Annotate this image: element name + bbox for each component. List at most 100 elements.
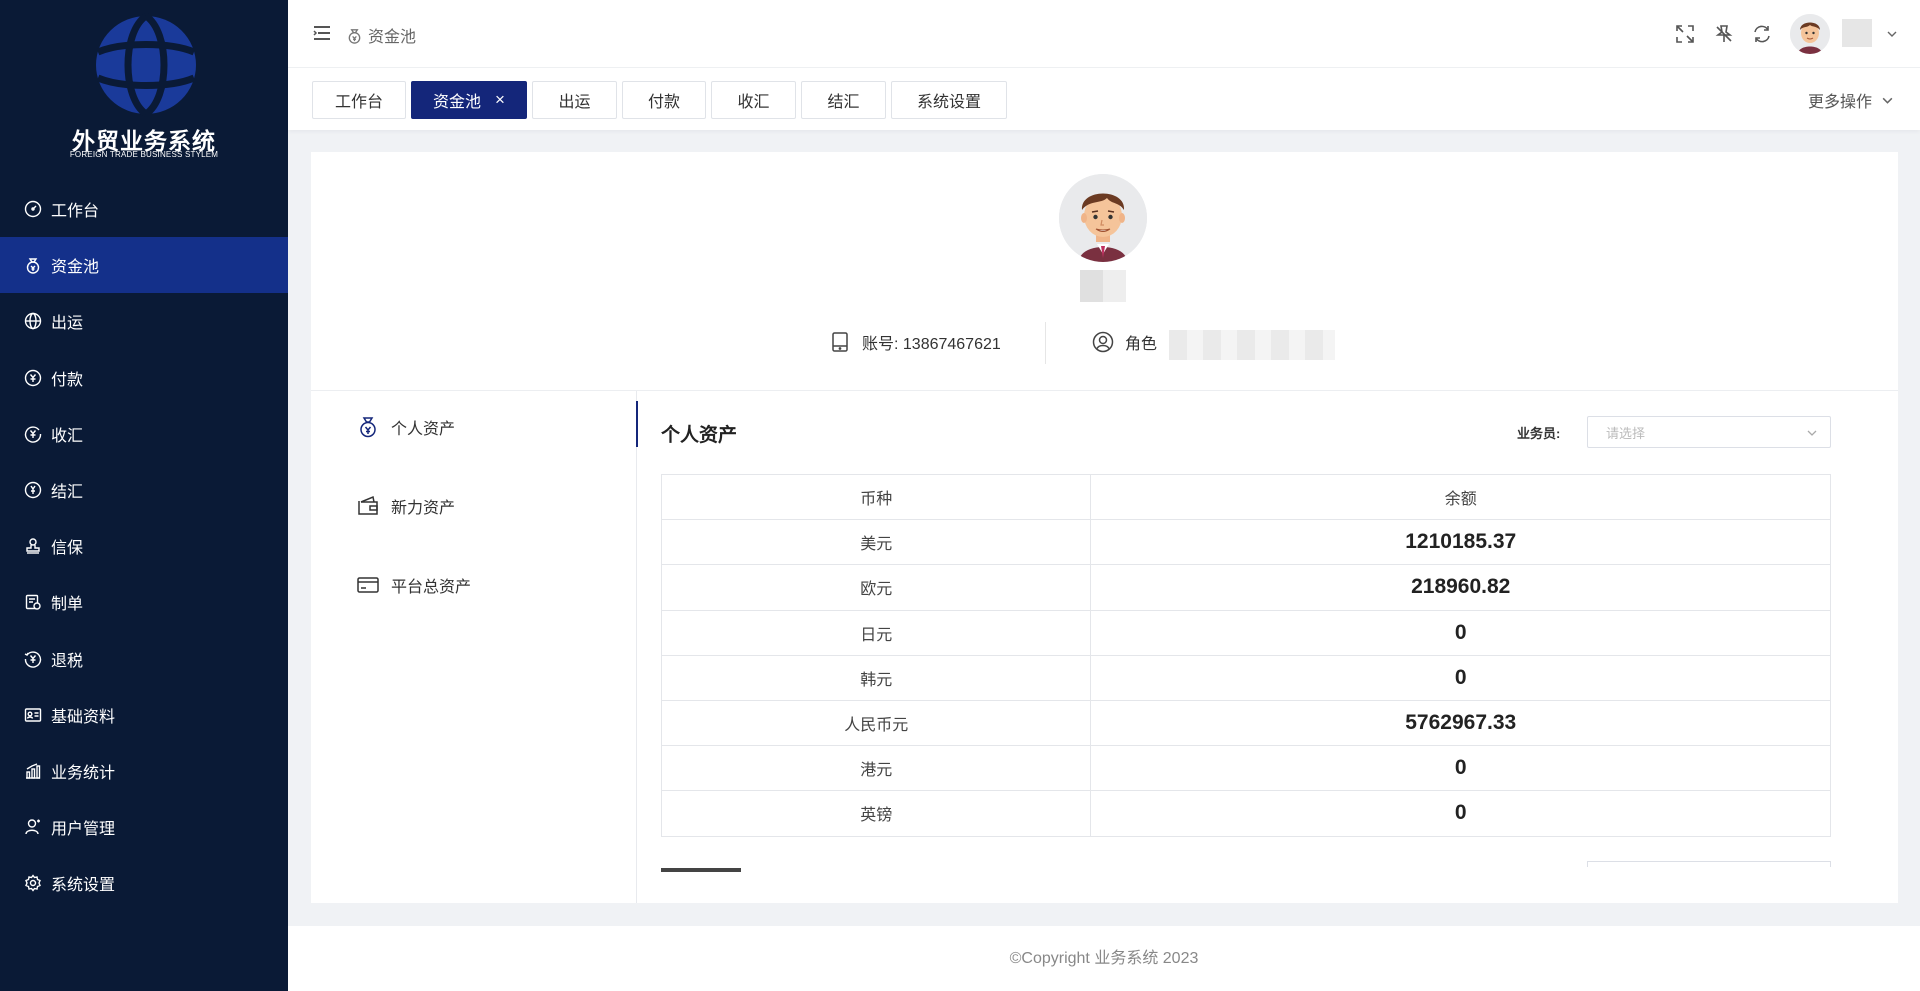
sidebar-item-statistics[interactable]: 业务统计 <box>0 743 288 799</box>
tab-close-icon[interactable]: × <box>495 90 505 110</box>
tab-fund-pool[interactable]: 资金池 × <box>411 81 527 119</box>
stamp-icon <box>26 538 40 554</box>
sidebar-item-label: 结汇 <box>51 484 84 502</box>
money-bag-icon <box>26 258 40 274</box>
table-row: 韩元 0 <box>660 654 1831 701</box>
pin-icon[interactable] <box>1713 23 1735 45</box>
settings-icon <box>25 874 41 893</box>
tab-label: 工作台 <box>334 94 383 111</box>
sidebar-item-settings[interactable]: 系统设置 <box>0 855 288 911</box>
tax-refund-icon <box>24 650 42 668</box>
sidebar-item-documents[interactable]: 制单 <box>0 574 288 630</box>
fullscreen-icon[interactable] <box>1674 23 1696 45</box>
sidebar-item-tax-refund[interactable]: 退税 <box>0 631 288 687</box>
sidebar-item-label: 系统设置 <box>51 877 116 895</box>
amount-cell: 0 <box>1090 745 1831 792</box>
column-header-balance: 余额 <box>1090 473 1831 521</box>
role-label: 角色 <box>1125 336 1158 353</box>
amount-cell: 218960.82 <box>1090 564 1831 611</box>
currency-cell: 英镑 <box>660 790 1092 837</box>
sidebar-item-label: 业务统计 <box>51 764 116 782</box>
tab-settings[interactable]: 系统设置 <box>891 81 1007 119</box>
asset-nav-label: 个人资产 <box>391 421 456 438</box>
sidebar-item-users[interactable]: 用户管理 <box>0 799 288 855</box>
sidebar-item-receive[interactable]: 收汇 <box>0 406 288 462</box>
user-circle-icon <box>1092 331 1114 353</box>
asset-nav-personal[interactable]: 个人资产 <box>356 415 455 439</box>
table-header-row: 币种 余额 <box>660 473 1831 521</box>
section-title: 个人资产 <box>661 425 738 446</box>
account-info: 账号: 13867467621 <box>829 330 1001 354</box>
avatar-face-icon <box>1059 174 1147 262</box>
profile-name-blurred <box>1080 270 1126 302</box>
currency-cell: 日元 <box>660 609 1092 656</box>
amount-cell: 1210185.37 <box>1090 519 1831 566</box>
globe-logo-icon <box>96 13 196 117</box>
divider <box>1045 322 1046 364</box>
tab-shipping[interactable]: 出运 <box>532 81 617 119</box>
yuan-coin-icon <box>24 369 42 386</box>
amount-cell: 0 <box>1090 790 1831 837</box>
chart-icon <box>26 763 41 779</box>
money-bag-icon <box>360 417 376 438</box>
amount-cell: 0 <box>1090 654 1831 701</box>
main-card: 账号: 13867467621 角色 个人资产 新力资产 平台总资产 个人资产 … <box>311 152 1898 903</box>
tab-label: 付款 <box>647 94 680 111</box>
tab-label: 结汇 <box>827 94 860 111</box>
table-row: 人民币元 5762967.33 <box>660 699 1831 747</box>
sidebar-item-label: 出运 <box>51 315 84 333</box>
more-actions-dropdown[interactable]: 更多操作 <box>1808 88 1894 112</box>
sidebar-item-payment[interactable]: 付款 <box>0 350 288 406</box>
avatar-face-icon <box>1790 14 1830 54</box>
currency-cell: 韩元 <box>660 654 1092 701</box>
tab-payment[interactable]: 付款 <box>622 81 706 119</box>
sidebar-item-fund-pool[interactable]: 资金池 <box>0 237 288 294</box>
chevron-down-icon <box>1882 97 1893 104</box>
tab-label: 收汇 <box>737 94 770 111</box>
logo-subtitle: FOREIGN TRADE BUSINESS STYLEM <box>69 150 219 159</box>
user-icon <box>25 819 40 835</box>
refresh-icon[interactable] <box>1751 23 1773 45</box>
account-label: 账号: 13867467621 <box>862 336 1001 353</box>
yuan-receive-icon <box>24 426 42 443</box>
tab-receive[interactable]: 收汇 <box>711 81 796 119</box>
currency-cell: 港元 <box>660 745 1092 792</box>
chevron-down-icon[interactable] <box>1886 28 1898 40</box>
username-blurred[interactable] <box>1842 19 1872 47</box>
asset-nav-label: 平台总资产 <box>391 579 472 596</box>
table-row: 欧元 218960.82 <box>660 564 1831 611</box>
tab-label: 资金池 <box>433 94 482 111</box>
footer-copyright: ©Copyright 业务系统 2023 <box>288 926 1920 991</box>
tablet-icon <box>832 332 848 352</box>
asset-nav: 个人资产 新力资产 平台总资产 <box>311 391 638 903</box>
dashboard-icon <box>24 200 42 218</box>
table-row: 美元 1210185.37 <box>660 519 1831 566</box>
salesperson-select[interactable]: 请选择 <box>1587 416 1831 448</box>
sidebar-item-dashboard[interactable]: 工作台 <box>0 181 288 237</box>
wallet-icon <box>358 495 378 515</box>
amount-cell: 0 <box>1090 609 1831 656</box>
top-header: 资金池 <box>288 0 1920 68</box>
user-avatar[interactable] <box>1790 14 1830 54</box>
sidebar-item-credit-insurance[interactable]: 信保 <box>0 518 288 574</box>
breadcrumb: 资金池 <box>346 23 416 47</box>
sidebar-item-label: 资金池 <box>51 259 100 277</box>
logo: 外贸业务系统 FOREIGN TRADE BUSINESS STYLEM <box>0 0 288 178</box>
chevron-down-icon <box>1807 430 1817 436</box>
amount-cell: 5762967.33 <box>1090 699 1831 747</box>
tab-label: 系统设置 <box>916 94 981 111</box>
sidebar-item-basic-data[interactable]: 基础资料 <box>0 687 288 743</box>
role-info: 角色 <box>1092 330 1157 354</box>
menu-toggle-icon[interactable] <box>312 23 332 43</box>
asset-nav-xinli[interactable]: 新力资产 <box>356 494 455 518</box>
sidebar-item-settlement[interactable]: 结汇 <box>0 462 288 518</box>
asset-nav-platform[interactable]: 平台总资产 <box>356 573 471 597</box>
tab-settlement[interactable]: 结汇 <box>801 81 886 119</box>
sidebar: 外贸业务系统 FOREIGN TRADE BUSINESS STYLEM 工作台… <box>0 0 288 991</box>
currency-cell: 美元 <box>660 519 1092 566</box>
tab-dashboard[interactable]: 工作台 <box>312 81 406 119</box>
sidebar-item-shipping[interactable]: 出运 <box>0 293 288 349</box>
active-indicator <box>636 401 638 447</box>
sidebar-item-label: 收汇 <box>51 427 84 445</box>
sidebar-item-label: 基础资料 <box>51 708 116 726</box>
